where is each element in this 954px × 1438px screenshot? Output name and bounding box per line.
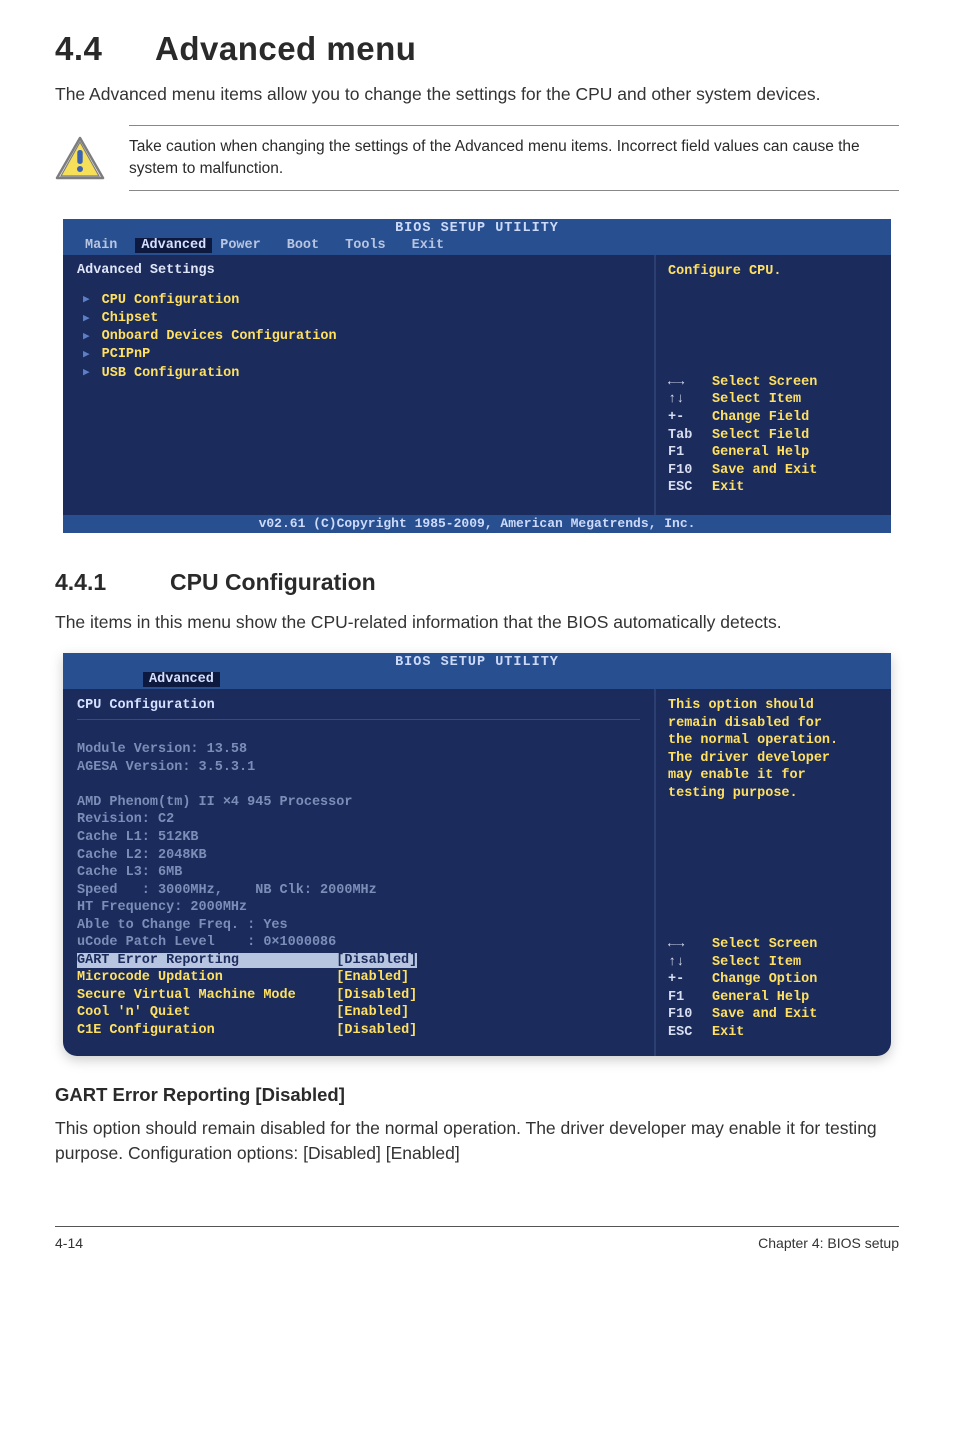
line: Revision: C2 xyxy=(77,812,174,827)
bios2-heading: CPU Configuration xyxy=(77,698,215,713)
bios-item-pcipnp[interactable]: ▶ PCIPnP xyxy=(83,346,640,364)
key: ←→ xyxy=(668,936,712,954)
bios-advanced-settings: BIOS SETUP UTILITY Main Advanced Power B… xyxy=(63,219,891,533)
key-desc: Exit xyxy=(712,479,744,497)
bios-left-panel: Advanced Settings ▶ CPU Configuration ▶ Ch… xyxy=(63,255,656,515)
bios2-tab-row: Advanced xyxy=(63,672,891,689)
bios-tab-main[interactable]: Main xyxy=(77,238,135,253)
key-desc: Save and Exit xyxy=(712,1006,817,1024)
bios-right-panel: Configure CPU. ←→Select Screen ↑↓Select … xyxy=(656,255,891,515)
bios-key-help: ←→Select Screen ↑↓Select Item +-Change F… xyxy=(668,374,881,497)
key-desc: General Help xyxy=(712,444,809,462)
bios2-title: BIOS SETUP UTILITY xyxy=(63,653,891,672)
key: F10 xyxy=(668,462,712,480)
key-desc: Change Field xyxy=(712,409,809,427)
key: F1 xyxy=(668,989,712,1007)
caution-icon xyxy=(55,136,105,180)
caution-text: Take caution when changing the settings … xyxy=(129,125,899,190)
key: ESC xyxy=(668,1024,712,1042)
footer-right: Chapter 4: BIOS setup xyxy=(758,1235,899,1251)
caution-block: Take caution when changing the settings … xyxy=(55,125,899,190)
line: Speed : 3000MHz, NB Clk: 2000MHz xyxy=(77,883,377,898)
triangle-icon: ▶ xyxy=(83,330,90,345)
line: Cache L2: 2048KB xyxy=(77,848,207,863)
key: ESC xyxy=(668,479,712,497)
bios-tab-exit[interactable]: Exit xyxy=(404,238,462,253)
bios-item-gart-error[interactable]: GART Error Reporting [Disabled] xyxy=(77,953,417,968)
line: AMD Phenom(tm) II ×4 945 Processor xyxy=(77,795,352,810)
key-desc: Select Item xyxy=(712,954,801,972)
bios-item-label: Onboard Devices Configuration xyxy=(102,328,337,346)
bios2-right-panel: This option should remain disabled for t… xyxy=(656,689,891,1055)
bios-item-label: PCIPnP xyxy=(102,346,151,364)
line: Able to Change Freq. : Yes xyxy=(77,918,288,933)
footer-left: 4-14 xyxy=(55,1235,83,1251)
bios-tab-boot[interactable]: Boot xyxy=(279,238,337,253)
bios-title: BIOS SETUP UTILITY xyxy=(63,219,891,238)
key: ↑↓ xyxy=(668,391,712,409)
gart-text: This option should remain disabled for t… xyxy=(55,1116,899,1167)
bios-item-label: USB Configuration xyxy=(102,365,240,383)
subsection-441: 4.4.1CPU Configuration xyxy=(55,569,899,596)
line: uCode Patch Level : 0×1000086 xyxy=(77,935,336,950)
bios-item-c1e[interactable]: C1E Configuration [Disabled] xyxy=(77,1023,417,1038)
bios-item-onboard[interactable]: ▶ Onboard Devices Configuration xyxy=(83,328,640,346)
bios2-tab-advanced[interactable]: Advanced xyxy=(143,672,220,687)
line: Cache L3: 6MB xyxy=(77,865,182,880)
key-desc: General Help xyxy=(712,989,809,1007)
bios-item-microcode[interactable]: Microcode Updation [Enabled] xyxy=(77,970,409,985)
line: Module Version: 13.58 xyxy=(77,742,247,757)
subsection-number: 4.4.1 xyxy=(55,569,170,596)
bios2-key-help: ←→Select Screen ↑↓Select Item +-Change O… xyxy=(668,936,881,1041)
bios2-help-text: This option should remain disabled for t… xyxy=(668,697,881,802)
bios-item-coolnquiet[interactable]: Cool 'n' Quiet [Enabled] xyxy=(77,1005,409,1020)
bios-tab-row: Main Advanced Power Boot Tools Exit xyxy=(63,238,891,255)
bios-item-label: Chipset xyxy=(102,310,159,328)
key: +- xyxy=(668,409,712,427)
bios-tab-power[interactable]: Power xyxy=(212,238,279,253)
key: F10 xyxy=(668,1006,712,1024)
triangle-icon: ▶ xyxy=(83,293,90,308)
gart-heading: GART Error Reporting [Disabled] xyxy=(55,1084,899,1106)
key-desc: Change Option xyxy=(712,971,817,989)
title-text: Advanced menu xyxy=(155,30,416,67)
bios-item-cpu-config[interactable]: ▶ CPU Configuration xyxy=(83,292,640,310)
bios-help-text: Configure CPU. xyxy=(668,263,881,281)
bios2-left-panel: CPU Configuration Module Version: 13.58 … xyxy=(63,689,656,1055)
page-footer: 4-14 Chapter 4: BIOS setup xyxy=(55,1226,899,1251)
bios-heading: Advanced Settings xyxy=(77,263,640,278)
bios-tab-advanced[interactable]: Advanced xyxy=(135,238,212,253)
bios-cpu-configuration: BIOS SETUP UTILITY Advanced CPU Configur… xyxy=(63,653,891,1055)
key-desc: Exit xyxy=(712,1024,744,1042)
triangle-icon: ▶ xyxy=(83,366,90,381)
key: ↑↓ xyxy=(668,954,712,972)
key: F1 xyxy=(668,444,712,462)
bios-item-label: CPU Configuration xyxy=(102,292,240,310)
bios-item-svm[interactable]: Secure Virtual Machine Mode [Disabled] xyxy=(77,988,417,1003)
page-title: 4.4Advanced menu xyxy=(55,30,899,68)
line: Cache L1: 512KB xyxy=(77,830,199,845)
key-desc: Select Screen xyxy=(712,936,817,954)
key-desc: Select Item xyxy=(712,391,801,409)
triangle-icon: ▶ xyxy=(83,348,90,363)
bios-tab-tools[interactable]: Tools xyxy=(337,238,404,253)
key-desc: Select Screen xyxy=(712,374,817,392)
key-desc: Select Field xyxy=(712,427,809,445)
intro-text: The Advanced menu items allow you to cha… xyxy=(55,82,899,107)
triangle-icon: ▶ xyxy=(83,312,90,327)
bios-item-chipset[interactable]: ▶ Chipset xyxy=(83,310,640,328)
subsection-desc: The items in this menu show the CPU-rela… xyxy=(55,610,899,635)
line: AGESA Version: 3.5.3.1 xyxy=(77,760,255,775)
title-number: 4.4 xyxy=(55,30,155,68)
key: ←→ xyxy=(668,374,712,392)
key: Tab xyxy=(668,427,712,445)
bios-copyright: v02.61 (C)Copyright 1985-2009, American … xyxy=(63,515,891,533)
key-desc: Save and Exit xyxy=(712,462,817,480)
key: +- xyxy=(668,971,712,989)
subsection-text: CPU Configuration xyxy=(170,569,376,595)
bios-item-usb[interactable]: ▶ USB Configuration xyxy=(83,365,640,383)
line: HT Frequency: 2000MHz xyxy=(77,900,247,915)
